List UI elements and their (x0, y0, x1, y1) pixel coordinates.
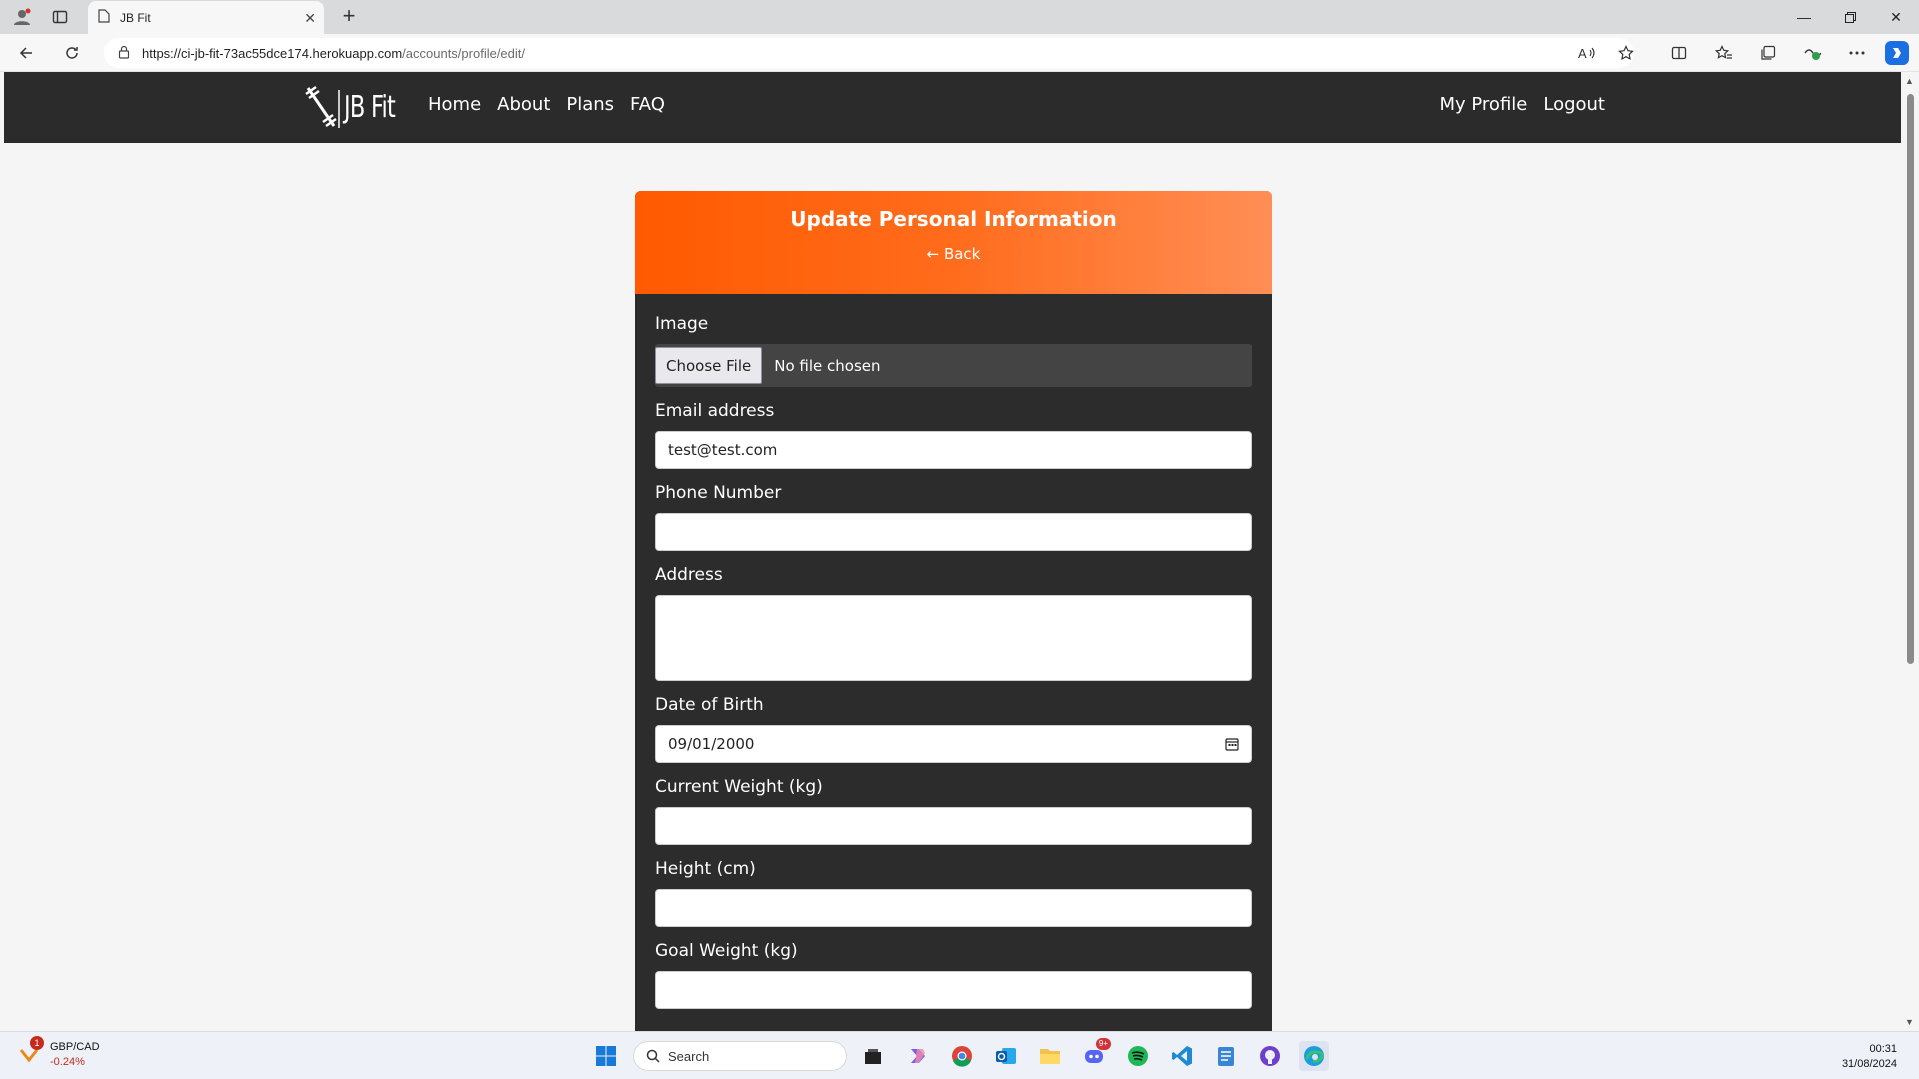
restore-button[interactable] (1827, 0, 1873, 34)
clock-time: 00:31 (1869, 1043, 1897, 1055)
address-bar[interactable]: https://ci-jb-fit-73ac55dce174.herokuapp… (104, 38, 1634, 68)
page-scrollbar[interactable]: ▲ ▼ (1901, 72, 1919, 1031)
logo-text: JB Fit (344, 89, 396, 125)
windows-taskbar: 1 GBP/CAD -0.24% Search 9+ 00:31 31/08/2… (0, 1031, 1919, 1079)
file-status: No file chosen (774, 356, 881, 375)
nav-my-profile[interactable]: My Profile (1439, 94, 1527, 115)
goal-weight-field[interactable] (655, 971, 1252, 1009)
refresh-icon[interactable] (60, 41, 84, 65)
system-clock[interactable]: 00:31 31/08/2024 (1842, 1042, 1897, 1072)
page-icon (98, 9, 110, 26)
nav-logout[interactable]: Logout (1543, 94, 1605, 115)
url-path: /accounts/profile/edit/ (402, 45, 526, 61)
chrome-icon[interactable] (947, 1041, 977, 1071)
url-host: https://ci-jb-fit-73ac55dce174.herokuapp… (142, 45, 403, 61)
height-label: Height (cm) (655, 859, 756, 879)
discord-badge: 9+ (1095, 1038, 1111, 1050)
nav-home[interactable]: Home (428, 94, 481, 115)
choose-file-button[interactable]: Choose File (655, 347, 763, 384)
site-logo[interactable]: JB Fit (304, 84, 412, 130)
browser-tab[interactable]: JB Fit ✕ (88, 1, 324, 34)
discord-icon[interactable]: 9+ (1079, 1038, 1111, 1071)
notepad-icon[interactable] (1211, 1041, 1241, 1071)
widget-badge: 1 (30, 1036, 44, 1050)
scroll-up-icon[interactable]: ▲ (1905, 76, 1914, 86)
account-nav: My Profile Logout (1439, 94, 1605, 115)
windows-start-icon[interactable] (591, 1041, 621, 1071)
profile-edit-card: Update Personal Information ← Back Image… (635, 191, 1272, 1031)
address-field[interactable] (655, 595, 1252, 681)
dumbbell-icon (305, 85, 340, 128)
browser-toolbar: https://ci-jb-fit-73ac55dce174.herokuapp… (0, 34, 1919, 72)
tab-title: JB Fit (120, 10, 151, 25)
spotify-icon[interactable] (1123, 1041, 1153, 1071)
email-label: Email address (655, 401, 775, 421)
scroll-down-icon[interactable]: ▼ (1905, 1017, 1914, 1027)
svg-text:A: A (1578, 46, 1587, 61)
close-window-button[interactable]: ✕ (1873, 0, 1919, 34)
copilot-app-icon[interactable] (903, 1041, 933, 1071)
taskbar-search[interactable]: Search (633, 1041, 847, 1071)
profile-icon[interactable] (10, 5, 34, 29)
nav-about[interactable]: About (497, 94, 550, 115)
widget-change: -0.24% (50, 1056, 85, 1068)
read-aloud-icon[interactable]: A (1575, 41, 1599, 65)
lock-icon (118, 45, 130, 62)
browser-essentials-icon[interactable] (1800, 41, 1824, 65)
nav-plans[interactable]: Plans (566, 94, 614, 115)
image-file-input[interactable]: Choose File No file chosen (655, 344, 1252, 387)
email-field[interactable]: test@test.com (655, 431, 1252, 469)
more-options-icon[interactable] (1845, 41, 1869, 65)
weight-field[interactable] (655, 807, 1252, 845)
image-label: Image (655, 314, 709, 334)
back-arrow-icon[interactable] (14, 41, 38, 65)
browser-tab-bar: JB Fit ✕ + — ✕ (0, 0, 1919, 34)
edge-icon[interactable] (1299, 1041, 1329, 1071)
goal-weight-label: Goal Weight (kg) (655, 941, 798, 961)
back-link[interactable]: ← Back (927, 245, 981, 263)
new-tab-button[interactable]: + (336, 3, 362, 29)
split-screen-icon[interactable] (1667, 41, 1691, 65)
copilot-icon[interactable] (1885, 41, 1909, 65)
weight-label: Current Weight (kg) (655, 777, 823, 797)
nav-faq[interactable]: FAQ (630, 94, 665, 115)
minimize-button[interactable]: — (1781, 0, 1827, 34)
profile-form: Image Choose File No file chosen Email a… (635, 294, 1272, 1009)
main-nav: Home About Plans FAQ (428, 94, 665, 115)
scroll-thumb[interactable] (1907, 94, 1914, 664)
file-explorer-icon[interactable] (1035, 1041, 1065, 1071)
clock-date: 31/08/2024 (1841, 1058, 1897, 1070)
phone-field[interactable] (655, 513, 1252, 551)
favorites-icon[interactable] (1712, 41, 1736, 65)
calendar-icon[interactable] (1225, 737, 1239, 751)
widget-name: GBP/CAD (50, 1041, 100, 1053)
height-field[interactable] (655, 889, 1252, 927)
page-title: Update Personal Information (790, 207, 1117, 231)
dob-label: Date of Birth (655, 695, 764, 715)
vscode-icon[interactable] (1167, 1041, 1197, 1071)
search-placeholder: Search (668, 1048, 710, 1064)
favorite-star-icon[interactable] (1614, 41, 1638, 65)
search-icon (646, 1049, 660, 1063)
site-navbar: JB Fit Home About Plans FAQ My Profile L… (4, 72, 1901, 143)
collections-icon[interactable] (1756, 41, 1780, 65)
card-header: Update Personal Information ← Back (635, 191, 1272, 294)
currency-widget[interactable]: 1 GBP/CAD -0.24% (18, 1036, 100, 1070)
outlook-icon[interactable] (991, 1041, 1021, 1071)
close-tab-icon[interactable]: ✕ (304, 10, 316, 27)
page-viewport: JB Fit Home About Plans FAQ My Profile L… (4, 72, 1901, 1031)
dob-value: 09/01/2000 (668, 735, 755, 753)
phone-label: Phone Number (655, 483, 782, 503)
github-desktop-icon[interactable] (1255, 1041, 1285, 1071)
tab-actions-icon[interactable] (48, 5, 72, 29)
dob-field[interactable]: 09/01/2000 (655, 725, 1252, 763)
task-view-icon[interactable] (858, 1041, 888, 1071)
address-label: Address (655, 565, 723, 585)
